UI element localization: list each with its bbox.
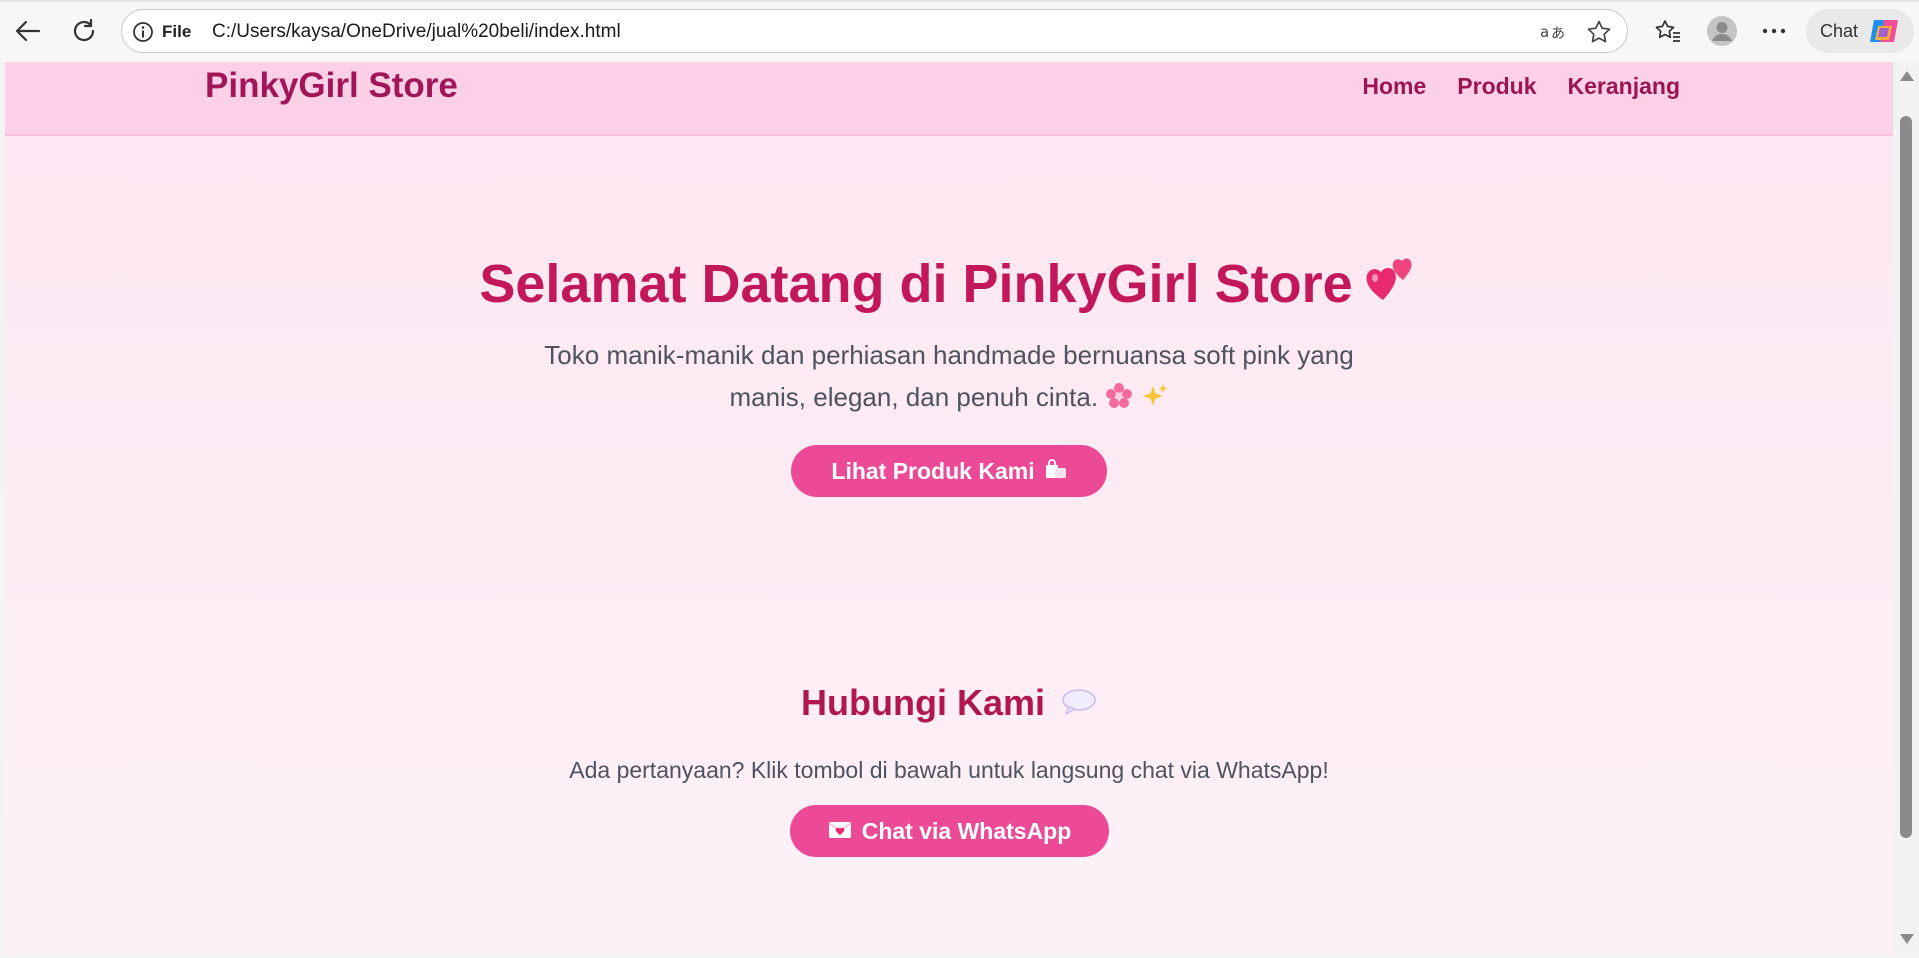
- scroll-up-arrow-icon[interactable]: [1900, 71, 1914, 81]
- nav-produk-link[interactable]: Produk: [1457, 73, 1536, 100]
- chat-label: Chat: [1820, 21, 1859, 41]
- speech-bubble-icon: [1061, 684, 1097, 726]
- hero-title-text: Selamat Datang di PinkyGirl Store: [479, 254, 1353, 314]
- refresh-icon[interactable]: [66, 13, 102, 49]
- view-products-label: Lihat Produk Kami: [831, 457, 1035, 484]
- tab-strip-edge: [0, 0, 1919, 2]
- sparkles-icon: [1141, 380, 1169, 422]
- nav-home-link[interactable]: Home: [1362, 73, 1426, 100]
- info-icon[interactable]: [132, 21, 154, 48]
- cherry-blossom-icon: [1105, 380, 1133, 422]
- site-header: PinkyGirl Store Home Produk Keranjang: [5, 62, 1893, 136]
- contact-title: Hubungi Kami: [5, 682, 1893, 726]
- hero-description: Toko manik-manik dan perhiasan handmade …: [509, 334, 1389, 422]
- scroll-thumb[interactable]: [1900, 116, 1912, 838]
- url-text[interactable]: C:/Users/kaysa/OneDrive/jual%20beli/inde…: [212, 21, 621, 43]
- shopping-bags-icon: [1045, 458, 1067, 485]
- view-products-button[interactable]: Lihat Produk Kami: [791, 445, 1107, 497]
- copilot-icon: [1868, 16, 1900, 51]
- brand-logo[interactable]: PinkyGirl Store: [205, 66, 458, 106]
- browser-toolbar: File C:/Users/kaysa/OneDrive/jual%20beli…: [0, 0, 1919, 62]
- love-letter-icon: [828, 818, 852, 845]
- hero-title: Selamat Datang di PinkyGirl Store: [5, 250, 1893, 315]
- more-icon[interactable]: [1756, 13, 1792, 49]
- address-bar[interactable]: File C:/Users/kaysa/OneDrive/jual%20beli…: [121, 9, 1628, 53]
- favorite-star-icon[interactable]: [1584, 17, 1614, 47]
- favorites-icon[interactable]: [1650, 13, 1686, 49]
- contact-title-text: Hubungi Kami: [801, 682, 1045, 723]
- url-scheme-label: File: [162, 22, 192, 41]
- profile-icon[interactable]: [1704, 13, 1740, 49]
- scroll-down-arrow-icon[interactable]: [1900, 934, 1914, 944]
- contact-description: Ada pertanyaan? Klik tombol di bawah unt…: [569, 757, 1329, 783]
- whatsapp-chat-button[interactable]: Chat via WhatsApp: [790, 805, 1109, 857]
- main-nav: Home Produk Keranjang: [1362, 73, 1680, 100]
- svg-text:a: a: [1540, 23, 1549, 41]
- read-aloud-icon[interactable]: aあ: [1538, 17, 1568, 47]
- page-viewport: PinkyGirl Store Home Produk Keranjang Se…: [5, 62, 1893, 954]
- hero-description-text: Toko manik-manik dan perhiasan handmade …: [544, 340, 1354, 412]
- two-hearts-icon: [1363, 250, 1419, 306]
- nav-keranjang-link[interactable]: Keranjang: [1568, 73, 1680, 100]
- svg-text:あ: あ: [1551, 26, 1565, 42]
- copilot-chat-button[interactable]: Chat: [1806, 9, 1914, 53]
- vertical-scrollbar[interactable]: [1893, 62, 1919, 954]
- whatsapp-button-label: Chat via WhatsApp: [861, 817, 1072, 844]
- back-icon[interactable]: [10, 13, 46, 49]
